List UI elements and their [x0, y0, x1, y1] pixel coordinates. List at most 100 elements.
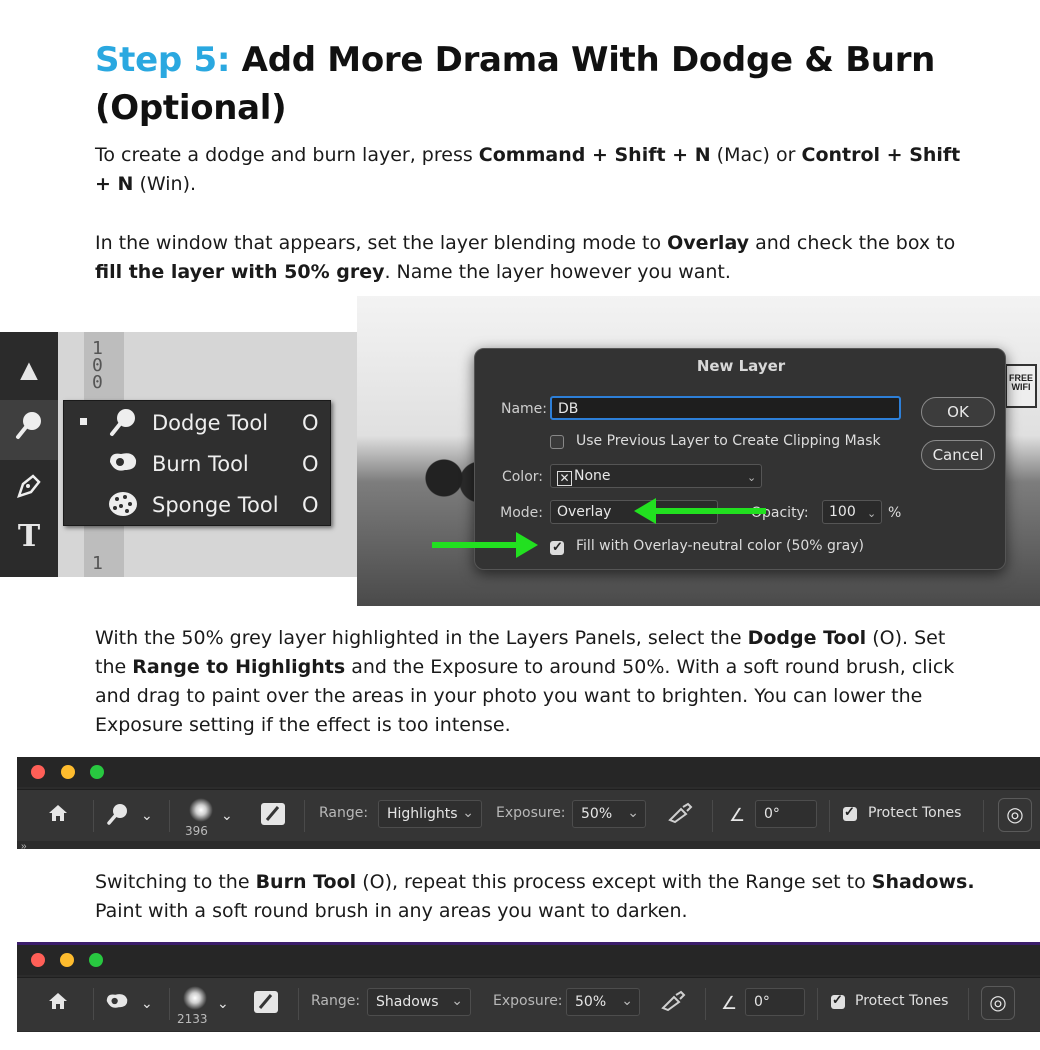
- chevron-down-icon: ⌄: [747, 471, 757, 484]
- range-value: Highlights: [387, 806, 458, 822]
- close-window-button[interactable]: [31, 765, 45, 779]
- paragraph-burn: Switching to the Burn Tool (O), repeat t…: [95, 868, 975, 926]
- flyout-item-label: Sponge Tool: [152, 493, 279, 517]
- pressure-icon[interactable]: ◎: [998, 798, 1032, 832]
- minimize-window-button[interactable]: [60, 953, 74, 967]
- divider: [817, 988, 818, 1020]
- fill-neutral-checkbox[interactable]: [550, 539, 564, 555]
- bold-text: Burn Tool: [255, 871, 357, 893]
- options-bar: ⌄ 396 ⌄ Range: Highlights ⌄ Exposure: 50%…: [17, 789, 1040, 841]
- home-icon[interactable]: [47, 990, 69, 1018]
- brush-preview-icon[interactable]: [183, 986, 207, 1010]
- airbrush-icon[interactable]: [667, 802, 693, 830]
- bold-text: Dodge Tool: [747, 627, 867, 649]
- shortcut-key: O: [302, 411, 319, 435]
- minimize-window-button[interactable]: [61, 765, 75, 779]
- cancel-button[interactable]: Cancel: [921, 440, 995, 470]
- divider: [705, 988, 706, 1020]
- protect-tones-checkbox[interactable]: [831, 992, 845, 1009]
- name-input[interactable]: DB: [550, 396, 901, 420]
- text: (Win).: [133, 173, 197, 195]
- burn-options-bar-screenshot: ⌄ 2133 ⌄ Range: Shadows ⌄ Exposure: 50% ⌄ …: [17, 942, 1040, 1032]
- shortcut-mac: Command + Shift + N: [478, 144, 711, 166]
- bold-text: fill the layer with 50% grey: [95, 261, 385, 283]
- divider: [93, 988, 94, 1020]
- opacity-value: 100: [829, 504, 856, 520]
- dialog-title: New Layer: [696, 357, 786, 375]
- type-icon[interactable]: T: [10, 518, 48, 556]
- triangle-icon[interactable]: ▲: [10, 352, 48, 390]
- brush-preview-icon[interactable]: [189, 798, 213, 822]
- exposure-value: 50%: [575, 994, 607, 1010]
- divider: [968, 988, 969, 1020]
- text: (Mac) or: [710, 144, 802, 166]
- dodge-tool-icon[interactable]: [105, 802, 131, 832]
- clipping-mask-checkbox[interactable]: [550, 435, 564, 449]
- exposure-value: 50%: [581, 806, 613, 822]
- chevron-down-icon[interactable]: ⌄: [141, 802, 153, 828]
- tools-panel: ▲ T: [0, 332, 58, 577]
- arrow-to-fill-checkbox: [432, 532, 538, 558]
- paragraph-shortcut: To create a dodge and burn layer, press …: [95, 141, 975, 199]
- text: To create a dodge and burn layer, press: [95, 144, 479, 166]
- chevron-down-icon[interactable]: ⌄: [217, 990, 229, 1016]
- pressure-icon[interactable]: ◎: [981, 986, 1015, 1020]
- divider: [93, 800, 94, 832]
- flyout-item-sponge[interactable]: Sponge Tool O: [64, 485, 332, 525]
- protect-tones-checkbox[interactable]: [843, 804, 857, 821]
- opacity-input[interactable]: 100 ⌄: [822, 500, 882, 524]
- pen-icon[interactable]: [10, 472, 48, 510]
- color-select[interactable]: ✕ None ⌄: [550, 464, 762, 488]
- close-window-button[interactable]: [31, 953, 45, 967]
- range-select[interactable]: Shadows ⌄: [367, 988, 471, 1016]
- angle-icon: ∠: [729, 805, 746, 825]
- burn-tool-icon[interactable]: [103, 990, 131, 1018]
- wifi-sign: FREE WIFI: [1005, 364, 1037, 408]
- shortcut-key: O: [302, 493, 319, 517]
- no-color-icon: ✕: [557, 471, 572, 486]
- flyout-item-label: Dodge Tool: [152, 411, 269, 435]
- exposure-label: Exposure:: [496, 805, 566, 821]
- chevron-down-icon: ⌄: [621, 993, 633, 1009]
- zoom-window-button[interactable]: [89, 953, 103, 967]
- range-select[interactable]: Highlights ⌄: [378, 800, 482, 828]
- exposure-input[interactable]: 50% ⌄: [572, 800, 646, 828]
- chevron-down-icon[interactable]: ⌄: [221, 802, 233, 828]
- color-value: None: [574, 468, 611, 484]
- text: . Name the layer however you want.: [384, 261, 731, 283]
- brush-size: 396: [185, 824, 208, 838]
- new-layer-dialog-screenshot: FREE WIFI New Layer Name: DB OK Cancel U…: [357, 296, 1040, 606]
- angle-input[interactable]: 0°: [755, 800, 817, 828]
- name-label: Name:: [500, 401, 547, 417]
- flyout-item-dodge[interactable]: Dodge Tool O: [64, 403, 332, 443]
- clipping-mask-label: Use Previous Layer to Create Clipping Ma…: [576, 433, 881, 449]
- brush-settings-icon[interactable]: [253, 990, 279, 1020]
- opacity-unit: %: [888, 505, 902, 521]
- dodge-tool-icon[interactable]: [10, 410, 48, 448]
- page-title: Step 5: Add More Drama With Dodge & Burn…: [95, 36, 995, 132]
- flyout-item-label: Burn Tool: [152, 452, 249, 476]
- ruler-tick: 0: [92, 372, 103, 393]
- brush-settings-icon[interactable]: [260, 802, 286, 832]
- home-icon[interactable]: [47, 802, 69, 830]
- window-titlebar: [17, 945, 1040, 975]
- chevron-down-icon: ⌄: [867, 507, 877, 520]
- burn-tool-icon: [106, 448, 140, 482]
- chevron-down-icon: ⌄: [462, 805, 474, 821]
- flyout-item-burn[interactable]: Burn Tool O: [64, 444, 332, 484]
- chevron-down-icon[interactable]: ⌄: [141, 990, 153, 1016]
- new-layer-dialog: New Layer Name: DB OK Cancel Use Previou…: [474, 348, 1006, 570]
- bold-text: Shadows.: [871, 871, 975, 893]
- ok-button[interactable]: OK: [921, 397, 995, 427]
- angle-input[interactable]: 0°: [745, 988, 805, 1016]
- protect-tones-label: Protect Tones: [855, 993, 949, 1009]
- paragraph-dialog-instructions: In the window that appears, set the laye…: [95, 229, 975, 287]
- airbrush-icon[interactable]: [660, 990, 686, 1018]
- divider: [983, 800, 984, 832]
- exposure-input[interactable]: 50% ⌄: [566, 988, 640, 1016]
- exposure-label: Exposure:: [493, 993, 563, 1009]
- brush-size: 2133: [177, 1012, 208, 1026]
- zoom-window-button[interactable]: [90, 765, 104, 779]
- range-value: Shadows: [376, 994, 439, 1010]
- selected-marker: [80, 418, 87, 425]
